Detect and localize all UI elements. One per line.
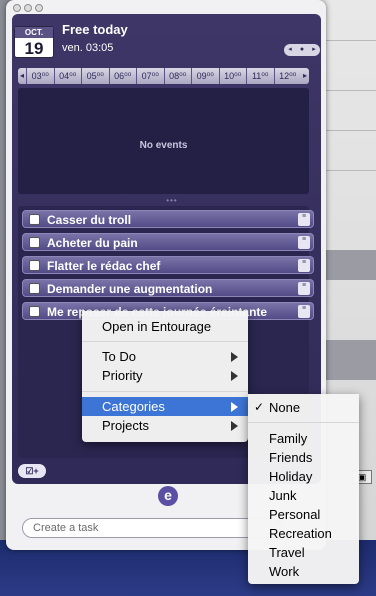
no-events-text: No events [139, 140, 188, 151]
category-label: None [269, 400, 301, 415]
today-button[interactable]: ● [296, 44, 308, 56]
menu-separator [82, 341, 248, 342]
note-icon[interactable]: ≡ [298, 305, 310, 318]
task-checkbox[interactable] [29, 260, 40, 271]
category-label: Personal [269, 507, 321, 522]
hour-label: 10⁰⁰ [218, 68, 247, 84]
checkmark-icon: ✓ [254, 400, 265, 414]
minimize-window-button[interactable] [24, 4, 32, 12]
note-icon[interactable]: ≡ [298, 259, 310, 272]
menu-item-label: Projects [102, 418, 149, 433]
task-item[interactable]: Acheter du pain ≡ [22, 233, 314, 251]
note-icon[interactable]: ≡ [298, 236, 310, 249]
window-titlebar [6, 0, 326, 14]
hour-label: 09⁰⁰ [191, 68, 219, 84]
date-day: 19 [24, 39, 44, 58]
menu-item-to-do[interactable]: To Do [82, 347, 248, 366]
date-month: OCT. [15, 27, 53, 38]
category-label: Holiday [269, 469, 313, 484]
menu-item-projects[interactable]: Projects [82, 416, 248, 435]
categories-submenu: ✓ None Family Friends Holiday Junk Perso… [248, 394, 359, 584]
zoom-window-button[interactable] [35, 4, 43, 12]
events-area[interactable]: No events [18, 88, 309, 194]
task-label: Demander une augmentation [47, 282, 213, 296]
task-label: Flatter le rédac chef [47, 259, 161, 273]
pane-splitter[interactable]: ••• [160, 197, 184, 205]
menu-item-priority[interactable]: Priority [82, 366, 248, 385]
category-item[interactable]: Work [248, 562, 359, 581]
submenu-arrow-icon [231, 421, 238, 431]
menu-item-label: Open in Entourage [102, 319, 212, 334]
category-item[interactable]: Family [248, 429, 359, 448]
category-item[interactable]: Junk [248, 486, 359, 505]
menu-separator [82, 391, 248, 392]
previous-day-button[interactable]: ◂ [284, 44, 296, 56]
task-checkbox[interactable] [29, 306, 40, 317]
menu-item-categories[interactable]: Categories [82, 397, 248, 416]
category-none[interactable]: ✓ None [248, 398, 359, 417]
entourage-logo-icon[interactable]: e [158, 486, 178, 506]
submenu-arrow-icon [231, 352, 238, 362]
task-item[interactable]: Casser du troll ≡ [22, 210, 314, 228]
task-label: Acheter du pain [47, 236, 138, 250]
date-badge: OCT. 19 [14, 26, 54, 58]
note-icon[interactable]: ≡ [298, 213, 310, 226]
submenu-arrow-icon [231, 402, 238, 412]
date-nav-buttons: ◂ ● ▸ [284, 44, 320, 56]
task-item[interactable]: Flatter le rédac chef ≡ [22, 256, 314, 274]
hour-timeline[interactable]: ◂ 03⁰⁰ 04⁰⁰ 05⁰⁰ 06⁰⁰ 07⁰⁰ 08⁰⁰ 09⁰⁰ 10⁰… [18, 68, 309, 84]
close-window-button[interactable] [13, 4, 21, 12]
hour-label: 05⁰⁰ [81, 68, 109, 84]
category-label: Friends [269, 450, 313, 465]
category-item[interactable]: Travel [248, 543, 359, 562]
category-label: Junk [269, 488, 297, 503]
hour-label: 03⁰⁰ [26, 68, 54, 84]
submenu-arrow-icon [231, 371, 238, 381]
timeline-scroll-right[interactable]: ▸ [301, 68, 309, 84]
category-label: Recreation [269, 526, 332, 541]
category-label: Family [269, 431, 308, 446]
menu-item-open-in-entourage[interactable]: Open in Entourage [82, 317, 248, 336]
current-time: ven. 03:05 [62, 42, 114, 54]
category-item[interactable]: Personal [248, 505, 359, 524]
note-icon[interactable]: ≡ [298, 282, 310, 295]
hour-label: 11⁰⁰ [246, 68, 274, 84]
hour-label: 06⁰⁰ [108, 68, 137, 84]
hour-label: 07⁰⁰ [136, 68, 164, 84]
task-checkbox[interactable] [29, 283, 40, 294]
category-label: Travel [269, 545, 305, 560]
menu-item-label: To Do [102, 349, 136, 364]
task-item[interactable]: Demander une augmentation ≡ [22, 279, 314, 297]
category-item[interactable]: Recreation [248, 524, 359, 543]
category-item[interactable]: Friends [248, 448, 359, 467]
category-label: Work [269, 564, 300, 579]
add-task-button[interactable]: ☑+ [18, 464, 46, 478]
create-task-input[interactable]: Create a task [22, 518, 282, 538]
task-checkbox[interactable] [29, 214, 40, 225]
task-label: Casser du troll [47, 213, 132, 227]
hour-label: 12⁰⁰ [273, 68, 302, 84]
next-day-button[interactable]: ▸ [308, 44, 320, 56]
hour-label: 08⁰⁰ [163, 68, 192, 84]
page-title: Free today [62, 22, 128, 37]
task-context-menu: Open in Entourage To Do Priority Categor… [82, 311, 248, 442]
category-item[interactable]: Holiday [248, 467, 359, 486]
task-checkbox[interactable] [29, 237, 40, 248]
menu-item-label: Priority [102, 368, 143, 383]
hour-label: 04⁰⁰ [53, 68, 82, 84]
menu-separator [248, 422, 359, 423]
menu-item-label: Categories [102, 399, 165, 414]
timeline-scroll-left[interactable]: ◂ [18, 68, 26, 84]
